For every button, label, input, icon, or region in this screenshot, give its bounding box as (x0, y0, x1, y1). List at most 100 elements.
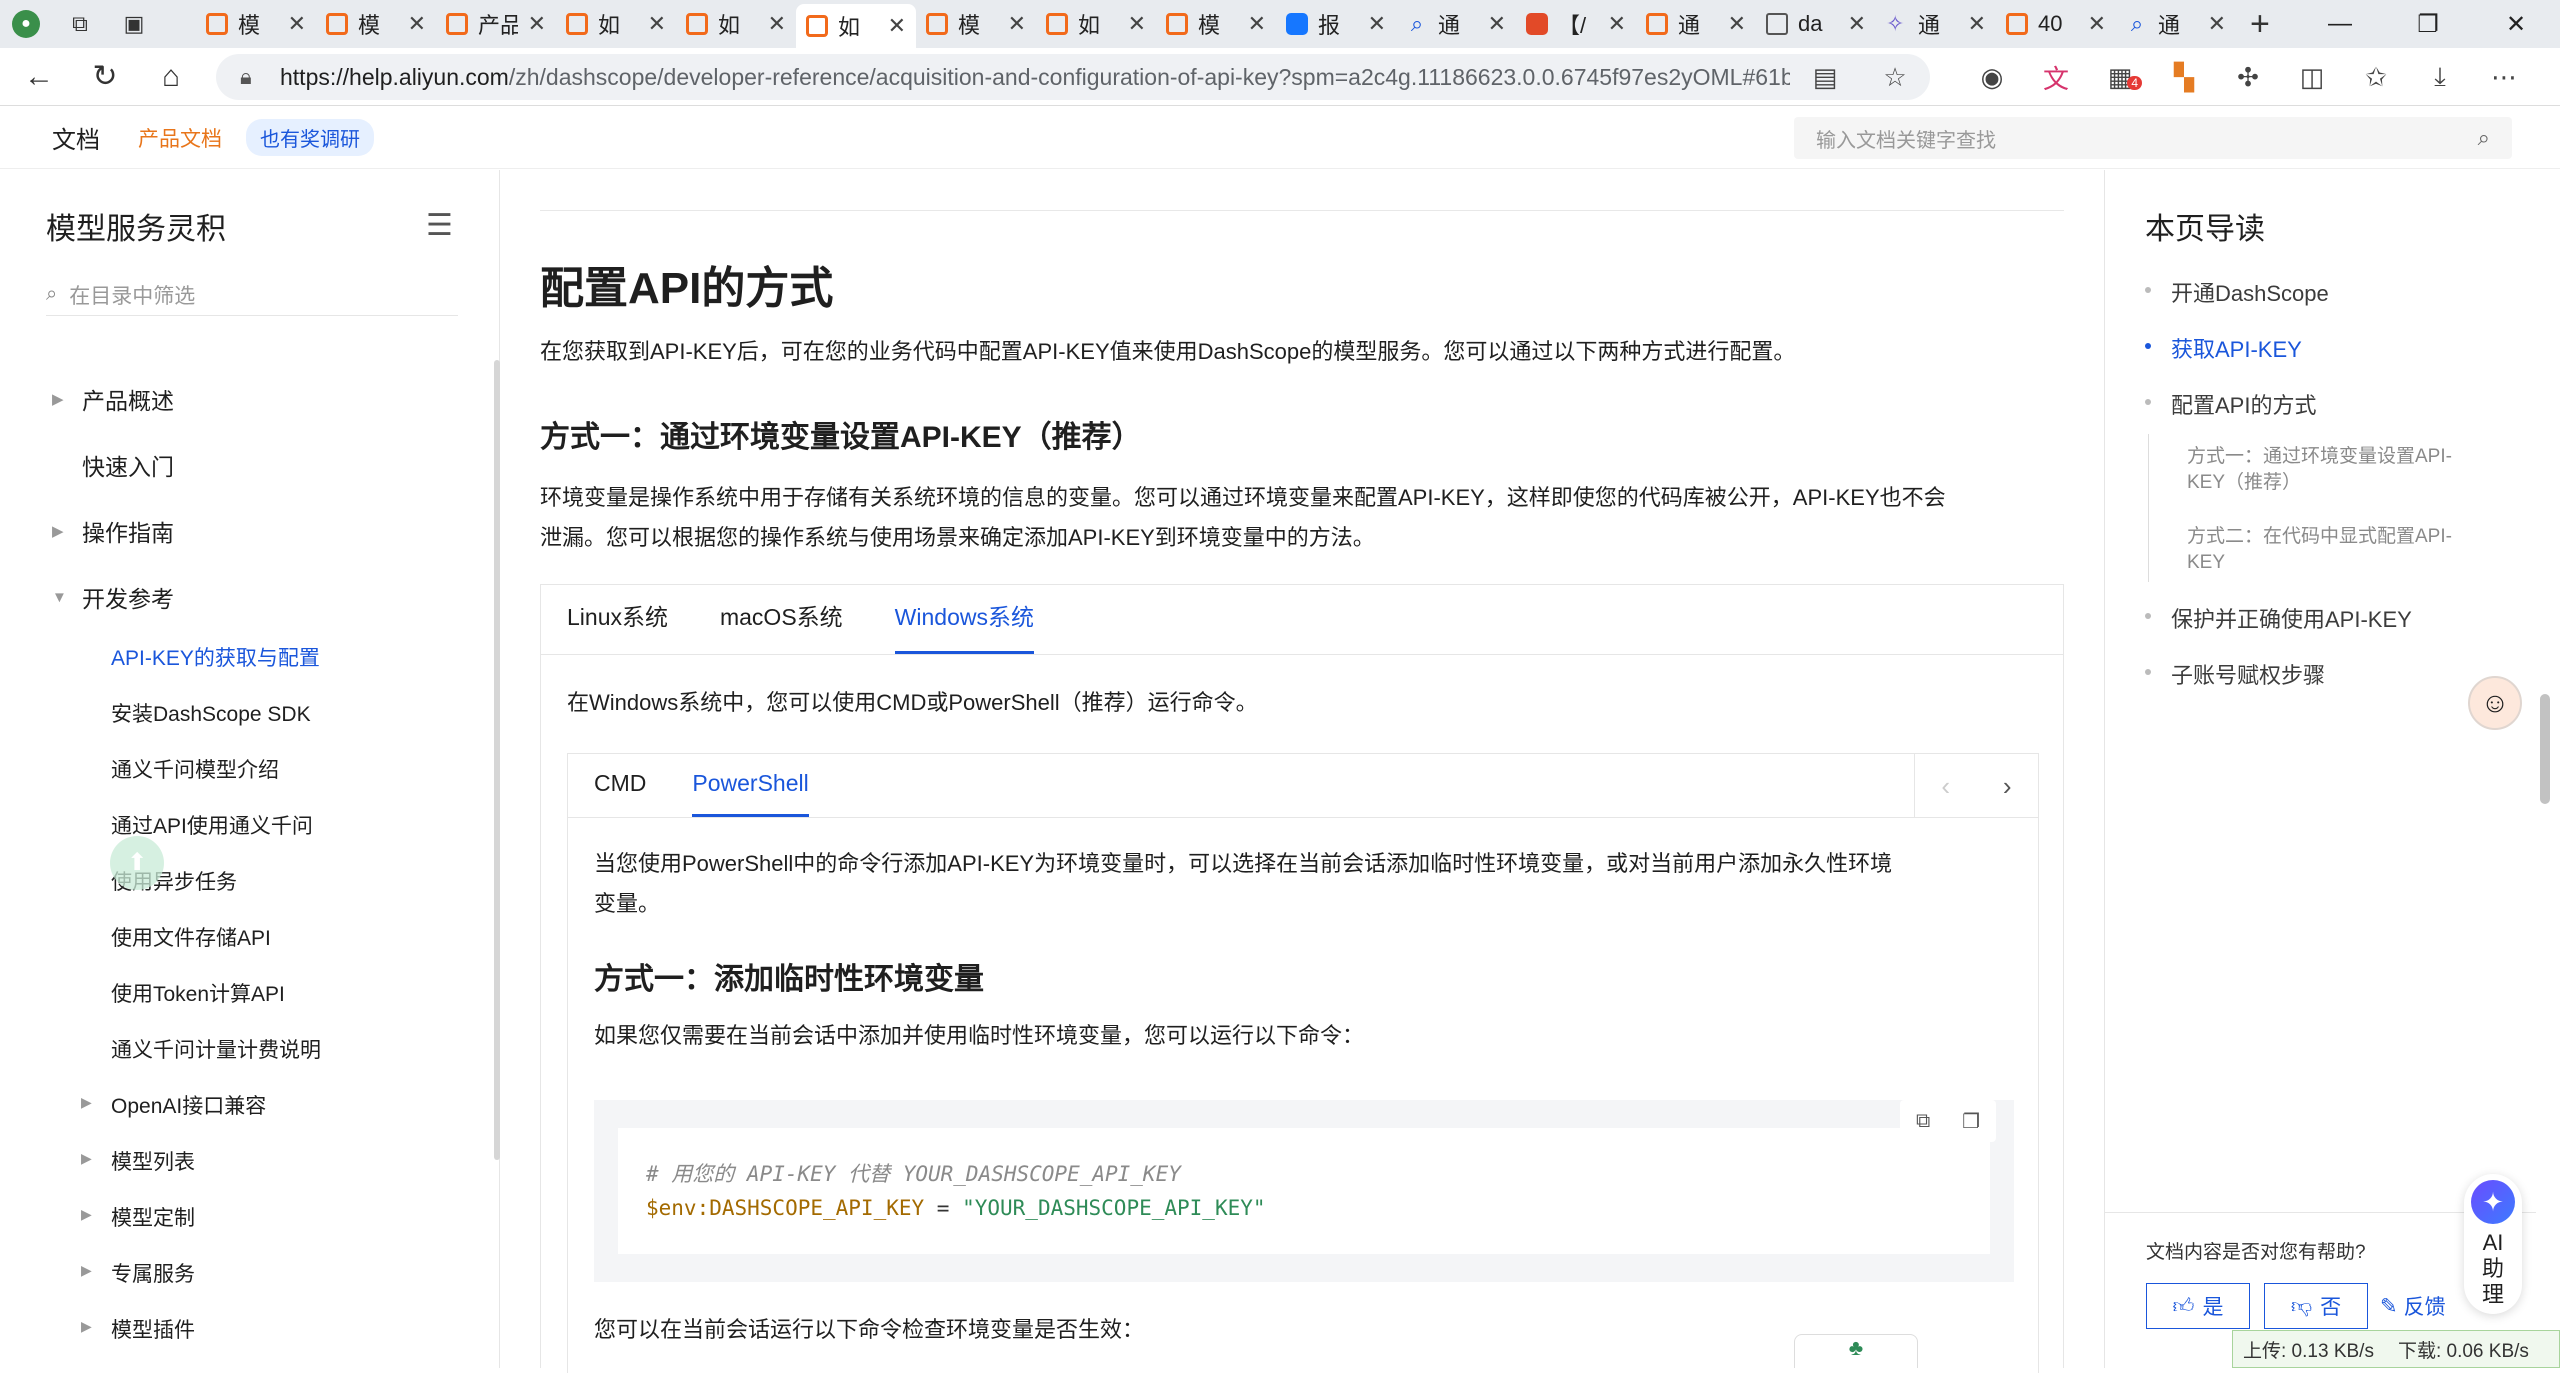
close-tab-icon[interactable]: ✕ (2088, 11, 2106, 37)
close-tab-icon[interactable]: ✕ (1608, 11, 1626, 37)
sidebar-sub-api-key[interactable]: API-KEY的获取与配置 (111, 642, 320, 672)
back-button[interactable]: ← (12, 60, 66, 94)
close-tab-icon[interactable]: ✕ (408, 11, 426, 37)
tab-linux[interactable]: Linux系统 (567, 598, 668, 654)
browser-tab[interactable]: 通 ✕ (1636, 4, 1756, 44)
toc-sub-in-code[interactable]: 方式二：在代码中显式配置API-KEY (2187, 524, 2487, 576)
assistant-avatar-icon[interactable]: ☺ (2468, 676, 2522, 730)
sidebar-group-plugins[interactable]: ▶ 模型插件 (81, 1314, 195, 1344)
more-icon[interactable]: ⋯ (2472, 62, 2536, 93)
sidebar-item-product-overview[interactable]: ▶ 产品概述 (52, 382, 174, 416)
sidebar-sub-file-api[interactable]: 使用文件存储API (111, 922, 271, 952)
screenshot-icon[interactable]: ◉ (1960, 62, 2024, 93)
reader-mode-icon[interactable]: ▤ (1790, 62, 1860, 93)
close-tab-icon[interactable]: ✕ (1128, 11, 1146, 37)
browser-tab[interactable]: 产品 ✕ (436, 4, 556, 44)
open-in-terminal-icon[interactable]: ⧉ (1916, 1110, 1930, 1133)
tab-actions-icon[interactable]: ▣ (120, 10, 148, 38)
sidebar-item-quickstart[interactable]: 快速入门 (82, 448, 174, 482)
browser-tab[interactable]: 模 ✕ (196, 4, 316, 44)
doc-search-input[interactable]: 输入文档关键字查找 ⌕ (1794, 117, 2512, 159)
tab-cmd[interactable]: CMD (594, 770, 646, 817)
close-tab-icon[interactable]: ✕ (1848, 11, 1866, 37)
sidebar-sub-token-api[interactable]: 使用Token计算API (111, 978, 285, 1008)
browser-tab[interactable]: 如 ✕ (1036, 4, 1156, 44)
url-text[interactable]: https://help.aliyun.com/zh/dashscope/dev… (280, 64, 1790, 91)
browser-tab[interactable]: 如 ✕ (556, 4, 676, 44)
tab-windows[interactable]: Windows系统 (894, 598, 1034, 654)
favorite-star-icon[interactable]: ☆ (1860, 62, 1930, 93)
browser-tab[interactable]: 如 ✕ (796, 4, 916, 48)
tab-powershell[interactable]: PowerShell (692, 770, 809, 817)
minimize-button[interactable]: — (2296, 10, 2384, 38)
sidebar-group-models[interactable]: ▶ 模型列表 (81, 1146, 195, 1176)
close-tab-icon[interactable]: ✕ (768, 11, 786, 37)
page-scrollbar[interactable] (2536, 110, 2554, 1368)
browser-tab[interactable]: 【/ ✕ (1516, 4, 1636, 44)
copy-icon[interactable]: ❐ (1962, 1109, 1980, 1134)
close-tab-icon[interactable]: ✕ (528, 11, 546, 37)
home-button[interactable]: ⌂ (144, 60, 198, 94)
sidebar-group-openai[interactable]: ▶ OpenAI接口兼容 (81, 1090, 266, 1120)
scrollbar-thumb[interactable] (2540, 694, 2550, 804)
browser-tab[interactable]: ⌕ 通 ✕ (2116, 4, 2236, 44)
toc-sub-env-var[interactable]: 方式一：通过环境变量设置API-KEY（推荐） (2187, 444, 2487, 496)
close-tab-icon[interactable]: ✕ (888, 13, 906, 39)
toc-item-protect-key[interactable]: 保护并正确使用API-KEY (2145, 602, 2412, 634)
favorites-icon[interactable]: ✩ (2344, 62, 2408, 93)
workspaces-icon[interactable]: ⧉ (66, 10, 94, 38)
browser-tab[interactable]: 报 ✕ (1276, 4, 1396, 44)
toc-item-get-api-key[interactable]: 获取API-KEY (2145, 332, 2302, 364)
profile-avatar-icon[interactable]: ● (12, 10, 40, 38)
close-tab-icon[interactable]: ✕ (2208, 11, 2226, 37)
feedback-yes-button[interactable]: 👍︎ 是 (2146, 1283, 2250, 1329)
browser-tab[interactable]: ✧ 通 ✕ (1876, 4, 1996, 44)
lock-icon[interactable]: 🔒︎ (240, 64, 280, 90)
sidebar-sub-install-sdk[interactable]: 安装DashScope SDK (111, 698, 311, 728)
browser-tab[interactable]: da ✕ (1756, 4, 1876, 44)
clover-widget-icon[interactable]: ♣ (1794, 1334, 1918, 1368)
apps-icon[interactable]: ▚ (2152, 62, 2216, 93)
sidebar-item-guide[interactable]: ▶ 操作指南 (52, 514, 174, 548)
new-tab-button[interactable]: + (2250, 5, 2270, 44)
sidebar-group-custom[interactable]: ▶ 模型定制 (81, 1202, 195, 1232)
browser-tab[interactable]: ⌕ 通 ✕ (1396, 4, 1516, 44)
sidebar-sub-billing[interactable]: 通义千问计量计费说明 (111, 1034, 321, 1064)
sidebar-sub-qwen-intro[interactable]: 通义千问模型介绍 (111, 754, 279, 784)
browser-tab[interactable]: 模 ✕ (1156, 4, 1276, 44)
tab-macos[interactable]: macOS系统 (720, 598, 843, 654)
extension-icon[interactable]: ▦ 4 (2088, 62, 2152, 93)
browser-tab[interactable]: 模 ✕ (916, 4, 1036, 44)
docs-link[interactable]: 文档 (52, 120, 100, 155)
sidebar-filter-input[interactable]: ⌕ 在目录中筛选 (46, 274, 458, 316)
close-window-button[interactable]: ✕ (2472, 10, 2560, 39)
close-tab-icon[interactable]: ✕ (1968, 11, 1986, 37)
extensions-puzzle-icon[interactable]: ✣ (2216, 62, 2280, 93)
browser-tab[interactable]: 模 ✕ (316, 4, 436, 44)
refresh-button[interactable]: ↻ (78, 59, 132, 94)
sidebar-group-dedicated[interactable]: ▶ 专属服务 (81, 1258, 195, 1288)
close-tab-icon[interactable]: ✕ (1488, 11, 1506, 37)
toc-item-subaccount[interactable]: 子账号赋权步骤 (2144, 658, 2325, 690)
toc-item-config-api[interactable]: 配置API的方式 (2144, 388, 2316, 420)
sidebar-item-dev-reference[interactable]: ▼ 开发参考 (52, 580, 174, 614)
browser-tab[interactable]: 如 ✕ (676, 4, 796, 44)
feedback-no-button[interactable]: 👎︎ 否 (2264, 1283, 2368, 1329)
url-field[interactable]: 🔒︎ https://help.aliyun.com/zh/dashscope/… (216, 54, 1930, 100)
toc-item-dashscope[interactable]: 开通DashScope (2145, 276, 2329, 308)
close-tab-icon[interactable]: ✕ (1728, 11, 1746, 37)
product-docs-link[interactable]: 产品文档 (138, 123, 222, 153)
downloads-icon[interactable]: ⤓ (2408, 61, 2472, 93)
close-tab-icon[interactable]: ✕ (648, 11, 666, 37)
search-icon[interactable]: ⌕ (2478, 125, 2490, 151)
menu-icon[interactable]: ☰ (426, 208, 453, 243)
ai-assistant-button[interactable]: ✦ AI助理 (2464, 1174, 2522, 1314)
close-tab-icon[interactable]: ✕ (288, 11, 306, 37)
close-tab-icon[interactable]: ✕ (1368, 11, 1386, 37)
translate-icon[interactable]: 文 (2024, 59, 2088, 96)
browser-tab[interactable]: 40 ✕ (1996, 4, 2116, 44)
close-tab-icon[interactable]: ✕ (1008, 11, 1026, 37)
chevron-left-icon[interactable]: ‹ (1941, 771, 1950, 802)
restore-button[interactable]: ❐ (2384, 10, 2472, 39)
feedback-report-link[interactable]: ✎ 反馈 (2380, 1283, 2446, 1329)
